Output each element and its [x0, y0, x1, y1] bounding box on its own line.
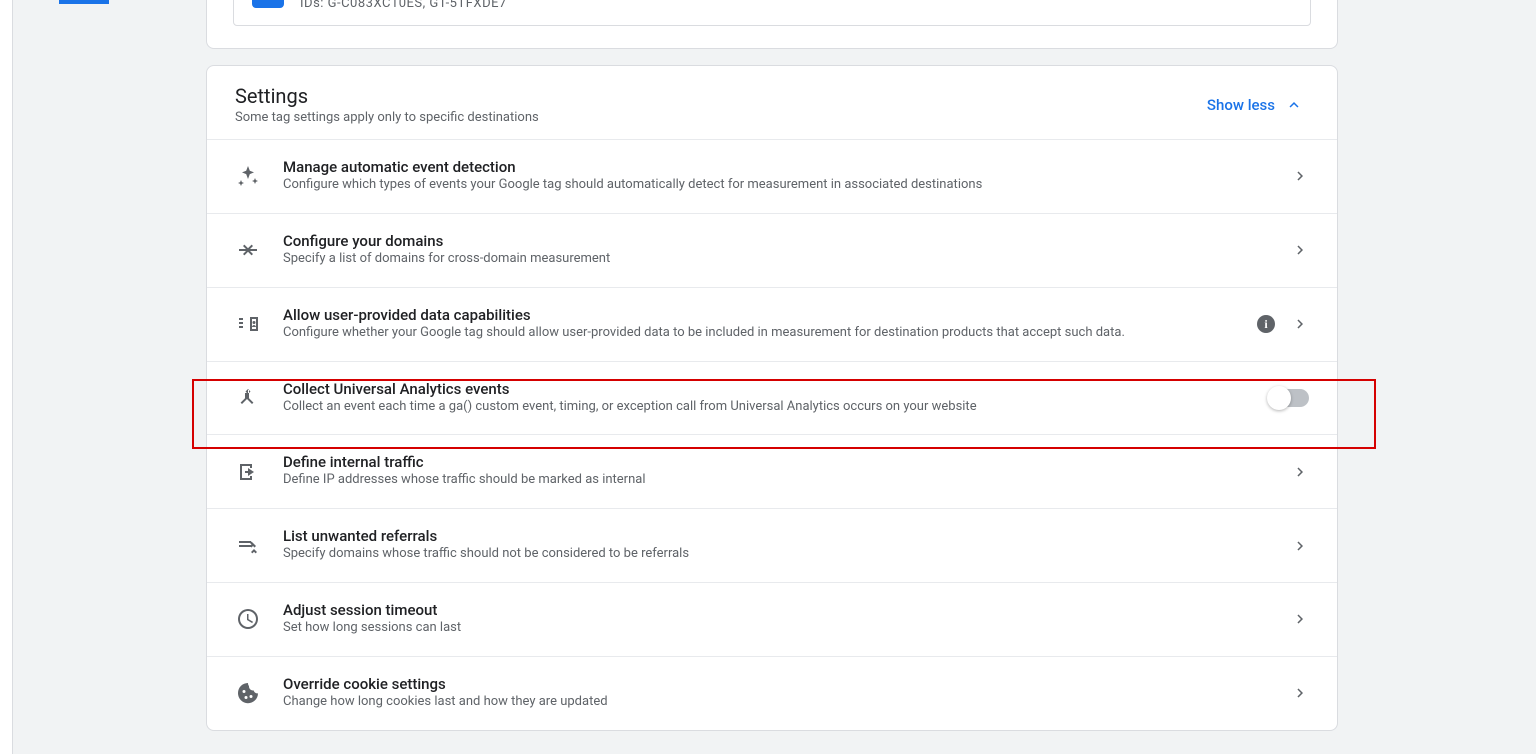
- setting-row-desc: Configure whether your Google tag should…: [283, 324, 1235, 343]
- destination-ids: IDs: G-C083XC10ES, GT-5TFXDE7: [300, 0, 507, 11]
- split-icon: [235, 385, 261, 411]
- setting-row-desc: Configure which types of events your Goo…: [283, 176, 1269, 195]
- setting-row-cookie-settings[interactable]: Override cookie settings Change how long…: [207, 656, 1337, 730]
- chevron-right-icon: [1291, 537, 1309, 555]
- setting-row-title: List unwanted referrals: [283, 527, 1269, 545]
- settings-card: Settings Some tag settings apply only to…: [206, 65, 1338, 731]
- user-data-icon: [235, 311, 261, 337]
- setting-row-title: Configure your domains: [283, 232, 1269, 250]
- setting-row-session-timeout[interactable]: Adjust session timeout Set how long sess…: [207, 582, 1337, 656]
- list-x-icon: [235, 533, 261, 559]
- setting-row-desc: Define IP addresses whose traffic should…: [283, 471, 1269, 490]
- setting-row-unwanted-referrals[interactable]: List unwanted referrals Specify domains …: [207, 508, 1337, 582]
- setting-row-title: Override cookie settings: [283, 675, 1269, 693]
- setting-row-user-data[interactable]: Allow user-provided data capabilities Co…: [207, 287, 1337, 361]
- arrows-merge-icon: [235, 237, 261, 263]
- setting-row-auto-event[interactable]: Manage automatic event detection Configu…: [207, 139, 1337, 213]
- setting-row-title: Manage automatic event detection: [283, 158, 1269, 176]
- setting-row-title: Adjust session timeout: [283, 601, 1269, 619]
- settings-title: Settings: [235, 84, 539, 108]
- settings-header: Settings Some tag settings apply only to…: [207, 66, 1337, 139]
- cookie-icon: [235, 680, 261, 706]
- destination-card: IDs: G-C083XC10ES, GT-5TFXDE7: [206, 0, 1338, 49]
- setting-row-desc: Specify a list of domains for cross-doma…: [283, 250, 1269, 269]
- setting-row-collect-ua[interactable]: Collect Universal Analytics events Colle…: [207, 361, 1337, 435]
- door-exit-icon: [235, 459, 261, 485]
- setting-row-desc: Change how long cookies last and how the…: [283, 693, 1269, 712]
- show-less-button[interactable]: Show less: [1207, 96, 1309, 114]
- setting-row-desc: Specify domains whose traffic should not…: [283, 545, 1269, 564]
- chevron-up-icon: [1285, 96, 1303, 114]
- setting-row-title: Allow user-provided data capabilities: [283, 306, 1235, 324]
- sparkle-icon: [235, 163, 261, 189]
- chevron-right-icon: [1291, 610, 1309, 628]
- chevron-right-icon: [1291, 684, 1309, 702]
- settings-subtitle: Some tag settings apply only to specific…: [235, 110, 539, 125]
- setting-row-desc: Collect an event each time a ga() custom…: [283, 398, 1247, 417]
- collect-ua-toggle[interactable]: [1269, 389, 1309, 407]
- analytics-logo-icon: [252, 0, 284, 8]
- setting-row-desc: Set how long sessions can last: [283, 619, 1269, 638]
- toggle-knob: [1267, 386, 1291, 410]
- left-edge-strip: [0, 0, 13, 754]
- chevron-right-icon: [1291, 167, 1309, 185]
- top-blue-accent: [59, 0, 109, 4]
- setting-row-title: Define internal traffic: [283, 453, 1269, 471]
- chevron-right-icon: [1291, 241, 1309, 259]
- destination-item[interactable]: IDs: G-C083XC10ES, GT-5TFXDE7: [233, 0, 1311, 26]
- chevron-right-icon: [1291, 315, 1309, 333]
- info-icon[interactable]: i: [1257, 315, 1275, 333]
- setting-row-configure-domains[interactable]: Configure your domains Specify a list of…: [207, 213, 1337, 287]
- chevron-right-icon: [1291, 463, 1309, 481]
- show-less-label: Show less: [1207, 96, 1275, 114]
- clock-icon: [235, 606, 261, 632]
- setting-row-internal-traffic[interactable]: Define internal traffic Define IP addres…: [207, 434, 1337, 508]
- setting-row-title: Collect Universal Analytics events: [283, 380, 1247, 398]
